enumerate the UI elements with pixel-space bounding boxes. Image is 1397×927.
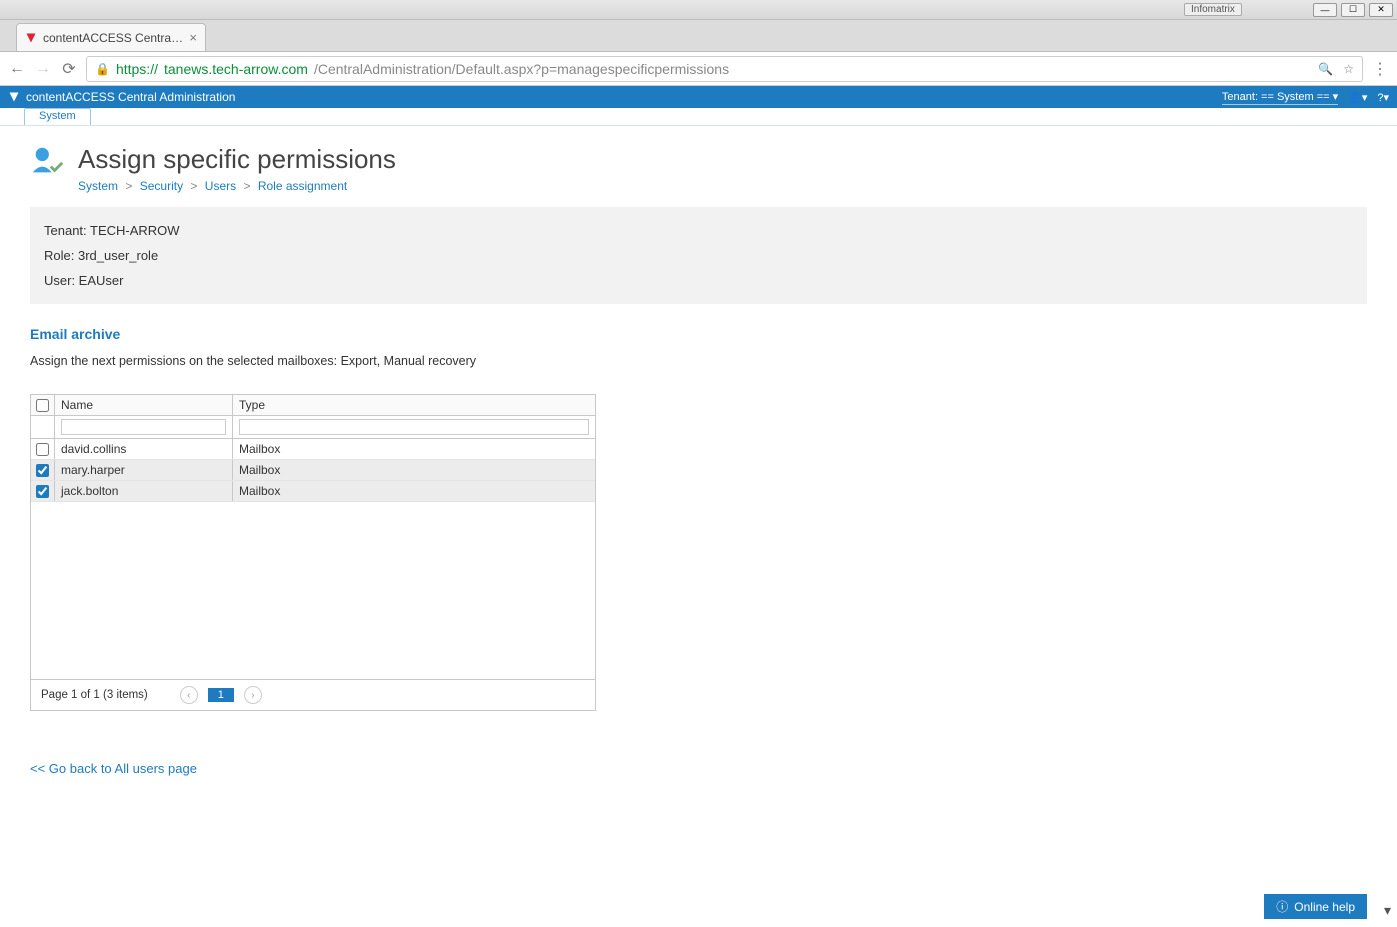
tab-title: contentACCESS Central Ad xyxy=(43,31,183,45)
url-host: tanews.tech-arrow.com xyxy=(164,61,308,77)
pager-text: Page 1 of 1 (3 items) xyxy=(41,689,148,701)
breadcrumb-system[interactable]: System xyxy=(78,179,118,193)
cell-name: mary.harper xyxy=(55,460,233,480)
grid-body: david.collinsMailboxmary.harperMailboxja… xyxy=(31,439,595,679)
window-titlebar: Infomatrix — ☐ ✕ xyxy=(0,0,1397,20)
row-checkbox[interactable] xyxy=(36,443,49,456)
app-title: contentACCESS Central Administration xyxy=(26,90,235,104)
cell-type: Mailbox xyxy=(233,439,595,459)
table-row[interactable]: jack.boltonMailbox xyxy=(31,481,595,502)
zoom-icon[interactable]: 🔍 xyxy=(1318,62,1333,76)
cell-name: jack.bolton xyxy=(55,481,233,501)
close-window-button[interactable]: ✕ xyxy=(1369,3,1393,17)
select-all-checkbox[interactable] xyxy=(36,399,49,412)
menu-button[interactable]: ⋮ xyxy=(1371,60,1389,78)
url-path: /CentralAdministration/Default.aspx?p=ma… xyxy=(314,61,729,77)
table-row[interactable]: mary.harperMailbox xyxy=(31,460,595,481)
content-area[interactable]: Assign specific permissions System > Sec… xyxy=(0,126,1397,927)
filter-name-input[interactable] xyxy=(61,419,226,435)
user-menu-icon[interactable]: 👤▾ xyxy=(1348,91,1367,104)
info-icon: ⓘ xyxy=(1276,898,1288,915)
cell-name: david.collins xyxy=(55,439,233,459)
cell-type: Mailbox xyxy=(233,460,595,480)
browser-toolbar: ← → ⟳ 🔒 https:// tanews.tech-arrow.com/Ce… xyxy=(0,52,1397,86)
reload-button[interactable]: ⟳ xyxy=(60,60,78,78)
breadcrumb: System > Security > Users > Role assignm… xyxy=(78,179,396,193)
favicon-icon xyxy=(25,32,37,44)
module-tab-row: System xyxy=(0,108,1397,126)
info-panel: Tenant: TECH-ARROW Role: 3rd_user_role U… xyxy=(30,207,1367,304)
browser-tab-strip: contentACCESS Central Ad × xyxy=(0,20,1397,52)
window-app-label: Infomatrix xyxy=(1184,3,1242,16)
cell-type: Mailbox xyxy=(233,481,595,501)
info-user: User: EAUser xyxy=(44,273,1353,288)
grid-header-row: Name Type xyxy=(31,395,595,416)
minimize-button[interactable]: — xyxy=(1313,3,1337,17)
breadcrumb-users[interactable]: Users xyxy=(205,179,236,193)
breadcrumb-security[interactable]: Security xyxy=(140,179,183,193)
table-row[interactable]: david.collinsMailbox xyxy=(31,439,595,460)
col-name-header[interactable]: Name xyxy=(55,395,233,415)
back-link[interactable]: << Go back to All users page xyxy=(30,761,197,776)
address-bar[interactable]: 🔒 https:// tanews.tech-arrow.com/CentralA… xyxy=(86,56,1363,82)
url-proto: https:// xyxy=(116,61,158,77)
online-help-button[interactable]: ⓘ Online help xyxy=(1264,894,1367,919)
tab-close-icon[interactable]: × xyxy=(189,30,197,45)
maximize-button[interactable]: ☐ xyxy=(1341,3,1365,17)
page-icon xyxy=(30,144,64,178)
back-button[interactable]: ← xyxy=(8,60,26,78)
breadcrumb-role-assignment[interactable]: Role assignment xyxy=(258,179,347,193)
online-help-label: Online help xyxy=(1294,900,1355,914)
filter-type-input[interactable] xyxy=(239,419,589,435)
row-checkbox[interactable] xyxy=(36,485,49,498)
tenant-selector[interactable]: Tenant: == System == ▾ xyxy=(1222,90,1338,105)
pager-prev-button[interactable]: ‹ xyxy=(180,686,198,704)
pager-next-button[interactable]: › xyxy=(244,686,262,704)
star-icon[interactable]: ☆ xyxy=(1343,62,1354,76)
pager-current[interactable]: 1 xyxy=(208,688,234,702)
help-icon[interactable]: ?▾ xyxy=(1377,91,1389,104)
expand-arrow-icon[interactable]: ▾ xyxy=(1384,902,1391,919)
section-description: Assign the next permissions on the selec… xyxy=(30,354,1367,368)
app-header: contentACCESS Central Administration Ten… xyxy=(0,86,1397,108)
forward-button[interactable]: → xyxy=(34,60,52,78)
grid-filter-row xyxy=(31,416,595,439)
row-checkbox[interactable] xyxy=(36,464,49,477)
info-tenant: Tenant: TECH-ARROW xyxy=(44,223,1353,238)
mailbox-grid: Name Type david.collinsMailboxmary.harpe… xyxy=(30,394,596,711)
tab-system[interactable]: System xyxy=(24,108,91,125)
section-title: Email archive xyxy=(30,326,1367,342)
grid-pager: Page 1 of 1 (3 items) ‹ 1 › xyxy=(31,679,595,710)
app-logo-icon xyxy=(8,91,20,103)
lock-icon: 🔒 xyxy=(95,62,110,76)
browser-tab[interactable]: contentACCESS Central Ad × xyxy=(16,23,206,51)
page-title: Assign specific permissions xyxy=(78,144,396,175)
info-role: Role: 3rd_user_role xyxy=(44,248,1353,263)
col-type-header[interactable]: Type xyxy=(233,395,595,415)
